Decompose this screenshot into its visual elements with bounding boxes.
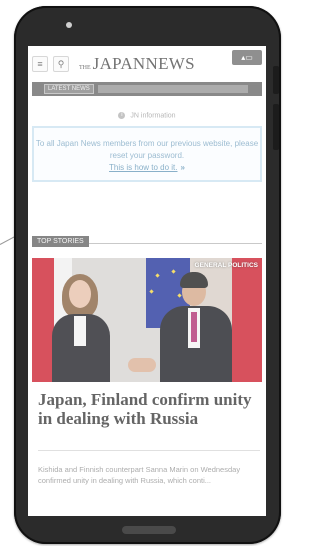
- info-heading-text: JN information: [130, 112, 176, 120]
- menu-button[interactable]: ≡: [32, 56, 48, 72]
- home-bar: [122, 526, 176, 534]
- article-category[interactable]: GENERAL POLITICS: [195, 262, 258, 269]
- user-card-icon: ▴▭: [241, 53, 253, 62]
- info-message: To all Japan News members from our previ…: [35, 139, 259, 160]
- search-icon: ⚲: [57, 58, 65, 69]
- site-header: ≡ ⚲ THE JAPANNEWS: [32, 52, 262, 76]
- stage: ≡ ⚲ THE JAPANNEWS ▴▭ LATEST NEWS i JN in…: [0, 0, 289, 546]
- power-button: [273, 104, 279, 150]
- top-stories-header: TOP STORIES: [32, 230, 262, 247]
- info-icon: i: [118, 112, 126, 119]
- article-headline[interactable]: Japan, Finland confirm unity in dealing …: [38, 390, 260, 428]
- search-button[interactable]: ⚲: [53, 56, 69, 72]
- person-hair: [180, 272, 208, 288]
- info-link[interactable]: This is how to do it.: [109, 163, 177, 172]
- person-tie: [191, 312, 197, 342]
- divider: [38, 450, 260, 451]
- person-shirt: [74, 316, 86, 346]
- japan-flag-right: [232, 258, 262, 382]
- site-logo[interactable]: THE JAPANNEWS: [79, 54, 195, 74]
- camera-dot: [66, 22, 72, 28]
- menu-icon: ≡: [37, 59, 43, 69]
- info-notice: To all Japan News members from our previ…: [32, 126, 262, 182]
- latest-news-bar[interactable]: LATEST NEWS: [32, 82, 262, 96]
- latest-news-label: LATEST NEWS: [44, 84, 94, 94]
- chevron-right-icon: »: [180, 163, 185, 172]
- phone-screen: ≡ ⚲ THE JAPANNEWS ▴▭ LATEST NEWS i JN in…: [28, 46, 266, 516]
- latest-news-ticker[interactable]: [97, 85, 248, 93]
- logo-the: THE: [79, 65, 91, 71]
- handshake: [128, 358, 156, 372]
- person-face: [69, 280, 91, 308]
- top-stories-label: TOP STORIES: [32, 236, 89, 247]
- info-heading: i JN information: [28, 112, 266, 119]
- volume-button: [273, 66, 279, 94]
- article-summary: Kishida and Finnish counterpart Sanna Ma…: [38, 465, 241, 485]
- logo-name: JAPANNEWS: [92, 54, 195, 73]
- login-button[interactable]: ▴▭: [232, 50, 262, 65]
- japan-flag-red: [32, 258, 54, 382]
- article-image[interactable]: GENERAL POLITICS: [32, 258, 262, 382]
